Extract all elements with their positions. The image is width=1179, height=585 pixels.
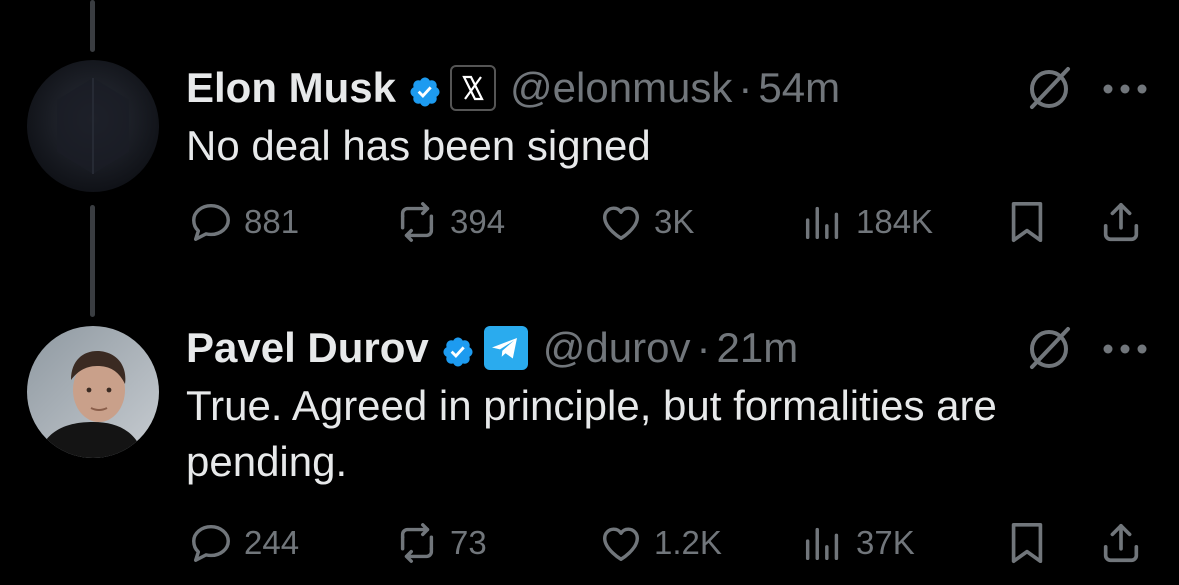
heart-icon	[602, 527, 640, 562]
share-button[interactable]	[1098, 197, 1144, 247]
repost-icon	[400, 523, 434, 563]
share-icon	[1103, 523, 1139, 563]
author-name[interactable]: Pavel Durov	[186, 324, 429, 372]
repost-count: 394	[450, 203, 506, 240]
thread-line-top	[90, 0, 95, 52]
reply-button[interactable]: 881	[188, 197, 299, 247]
like-count: 3K	[654, 203, 695, 240]
x-logo-icon[interactable]	[450, 65, 497, 111]
repost-button[interactable]: 394	[394, 197, 505, 247]
like-button[interactable]: 1.2K	[598, 518, 722, 568]
views-button[interactable]: 184K	[800, 197, 933, 247]
more-options-icon[interactable]	[1102, 342, 1148, 354]
separator: ·	[738, 64, 753, 111]
tweet-actions: 881 394 3K 184K	[0, 197, 1179, 247]
views-chart-icon	[805, 527, 839, 561]
views-count: 184K	[856, 203, 934, 240]
reply-icon	[192, 524, 230, 562]
heart-icon	[602, 206, 640, 241]
views-button[interactable]: 37K	[800, 518, 915, 568]
avatar[interactable]	[27, 60, 159, 192]
grok-icon[interactable]	[1024, 323, 1074, 373]
author-handle[interactable]: @elonmusk	[510, 64, 732, 112]
tweet-header: Elon Musk @elonmusk · 54m	[186, 60, 840, 116]
verified-badge-icon	[408, 71, 442, 107]
timestamp[interactable]: 21m	[716, 324, 798, 372]
telegram-icon[interactable]	[483, 325, 529, 371]
reply-icon	[192, 203, 230, 241]
tweet-header: Pavel Durov @durov · 21m	[186, 320, 798, 376]
share-icon	[1103, 202, 1139, 242]
bookmark-icon	[1011, 201, 1043, 243]
author-name[interactable]: Elon Musk	[186, 64, 396, 112]
verified-badge-icon	[441, 331, 475, 367]
separator: ·	[696, 324, 711, 371]
avatar[interactable]	[27, 326, 159, 458]
views-count: 37K	[856, 524, 915, 561]
reply-count: 244	[244, 524, 300, 561]
author-handle[interactable]: @durov	[543, 324, 691, 372]
like-button[interactable]: 3K	[598, 197, 694, 247]
bookmark-button[interactable]	[1004, 197, 1050, 247]
repost-count: 73	[450, 524, 487, 561]
bookmark-button[interactable]	[1004, 518, 1050, 568]
tweet-actions: 244 73 1.2K 37K	[0, 518, 1179, 568]
reply-button[interactable]: 244	[188, 518, 299, 568]
repost-button[interactable]: 73	[394, 518, 487, 568]
bookmark-icon	[1011, 522, 1043, 564]
reply-count: 881	[244, 203, 300, 240]
tweet-text: True. Agreed in principle, but formaliti…	[186, 382, 997, 485]
views-chart-icon	[805, 206, 839, 240]
share-button[interactable]	[1098, 518, 1144, 568]
timestamp[interactable]: 54m	[758, 64, 840, 112]
more-options-icon[interactable]	[1102, 82, 1148, 94]
like-count: 1.2K	[654, 524, 722, 561]
tweet-text: No deal has been signed	[186, 122, 651, 169]
grok-icon[interactable]	[1024, 63, 1074, 113]
repost-icon	[400, 202, 434, 242]
